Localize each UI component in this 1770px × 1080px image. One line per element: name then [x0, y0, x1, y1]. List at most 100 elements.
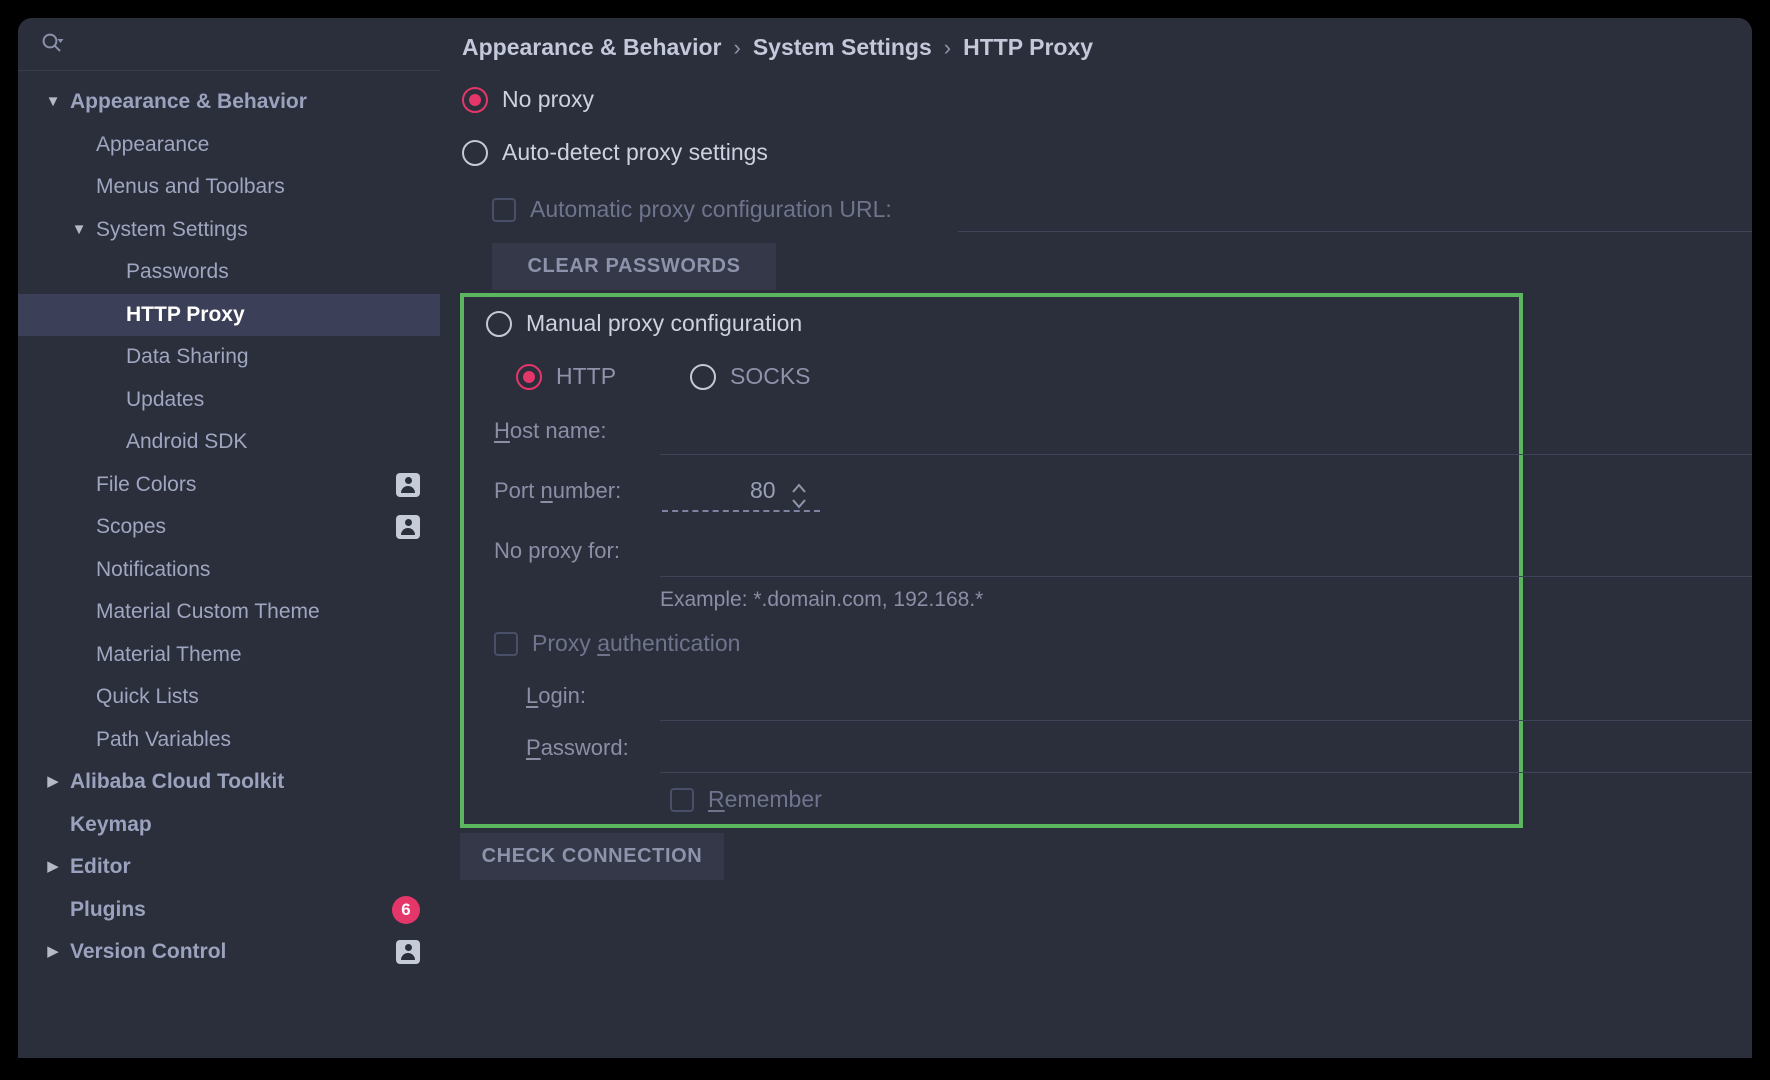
settings-main-panel: Appearance & Behavior › System Settings …: [440, 18, 1752, 1058]
login-label: Login:: [526, 683, 586, 709]
radio-protocol-socks-label: SOCKS: [730, 363, 811, 389]
radio-no-proxy[interactable]: No proxy: [462, 86, 594, 113]
status-badge: 6: [392, 895, 420, 924]
no-proxy-for-input[interactable]: [660, 575, 1752, 577]
password-label-rest: assword:: [540, 735, 629, 760]
sidebar-item-appearance-behavior[interactable]: ▼ Appearance & Behavior: [18, 81, 440, 124]
proxy-auth-label-pre: Proxy: [532, 630, 598, 656]
chevron-down-icon[interactable]: ▼: [44, 93, 62, 111]
sidebar-item-notifications[interactable]: Notifications: [18, 549, 440, 592]
radio-protocol-http[interactable]: HTTP: [516, 363, 616, 390]
radio-protocol-http-label: HTTP: [556, 363, 617, 389]
login-input[interactable]: [660, 719, 1752, 721]
password-label: Password:: [526, 735, 629, 761]
remember-label-rest: emember: [724, 786, 822, 812]
sidebar-item-affix: 6: [392, 895, 420, 924]
sidebar-item-quick-lists[interactable]: Quick Lists: [18, 676, 440, 719]
port-number-stepper[interactable]: [790, 480, 808, 510]
sidebar-item-path-variables[interactable]: Path Variables: [18, 719, 440, 762]
chevron-right-icon[interactable]: ▶: [44, 943, 62, 961]
clear-passwords-label: CLEAR PASSWORDS: [527, 255, 741, 277]
password-input[interactable]: [660, 771, 1752, 773]
sidebar-item-scopes[interactable]: Scopes: [18, 506, 440, 549]
sidebar-item-label: Material Custom Theme: [96, 600, 320, 624]
sidebar-item-material-custom-theme[interactable]: Material Custom Theme: [18, 591, 440, 634]
host-name-label: Host name:: [494, 418, 607, 444]
host-name-label-rest: ost name:: [509, 418, 607, 443]
radio-auto-detect-label: Auto-detect proxy settings: [502, 139, 768, 165]
sidebar-item-alibaba-cloud-toolkit[interactable]: ▶ Alibaba Cloud Toolkit: [18, 761, 440, 804]
sidebar-item-menus-and-toolbars[interactable]: Menus and Toolbars: [18, 166, 440, 209]
port-number-input-underline[interactable]: [662, 510, 820, 512]
checkbox-proxy-authentication-indicator[interactable]: [494, 631, 518, 656]
check-connection-button[interactable]: CHECK CONNECTION: [460, 833, 724, 880]
password-mnemonic: P: [526, 735, 541, 760]
sidebar-item-label: Updates: [126, 387, 205, 411]
radio-no-proxy-indicator[interactable]: [462, 86, 488, 113]
checkbox-automatic-pac-indicator[interactable]: [492, 197, 516, 222]
sidebar-item-label: Menus and Toolbars: [96, 175, 285, 199]
checkbox-automatic-pac[interactable]: Automatic proxy configuration URL:: [492, 196, 892, 223]
sidebar-item-affix: [396, 940, 420, 965]
radio-protocol-http-indicator[interactable]: [516, 363, 542, 390]
search-icon[interactable]: [40, 31, 66, 57]
chevron-down-icon[interactable]: ▼: [70, 221, 88, 239]
sidebar-item-plugins[interactable]: Plugins 6: [18, 889, 440, 932]
sidebar-item-passwords[interactable]: Passwords: [18, 251, 440, 294]
checkbox-remember-indicator[interactable]: [670, 787, 694, 812]
sidebar-item-label: Keymap: [70, 812, 152, 836]
proxy-auth-mnemonic: a: [597, 630, 610, 656]
sidebar-item-version-control[interactable]: ▶ Version Control: [18, 931, 440, 974]
chevron-right-icon[interactable]: ▶: [44, 773, 62, 791]
user-icon: [396, 515, 420, 540]
port-number-label-rest: umber:: [552, 478, 622, 503]
port-number-mnemonic: n: [540, 478, 553, 503]
breadcrumb-part-1[interactable]: System Settings: [753, 34, 932, 61]
sidebar-item-updates[interactable]: Updates: [18, 379, 440, 422]
proxy-auth-label-rest: uthentication: [609, 630, 741, 656]
search-input[interactable]: [66, 32, 440, 56]
sidebar-item-http-proxy[interactable]: HTTP Proxy: [18, 293, 440, 336]
radio-manual-proxy[interactable]: Manual proxy configuration: [486, 310, 802, 337]
radio-auto-detect[interactable]: Auto-detect proxy settings: [462, 139, 768, 166]
sidebar-item-editor[interactable]: ▶ Editor: [18, 846, 440, 889]
checkbox-proxy-authentication-label: Proxy authentication: [532, 630, 740, 657]
host-name-input[interactable]: [660, 453, 1752, 455]
sidebar-item-system-settings[interactable]: ▼ System Settings: [18, 209, 440, 252]
clear-passwords-button[interactable]: CLEAR PASSWORDS: [492, 243, 776, 290]
sidebar-item-label: System Settings: [96, 217, 248, 241]
port-number-label: Port number:: [494, 478, 621, 504]
settings-sidebar: ▼ Appearance & Behavior Appearance Menus an…: [18, 18, 440, 1058]
sidebar-item-appearance[interactable]: Appearance: [18, 124, 440, 167]
radio-protocol-socks-indicator[interactable]: [690, 363, 716, 390]
sidebar-item-data-sharing[interactable]: Data Sharing: [18, 336, 440, 379]
sidebar-item-label: Version Control: [70, 940, 227, 964]
user-icon: [396, 472, 420, 497]
radio-protocol-socks[interactable]: SOCKS: [690, 363, 811, 390]
port-number-value[interactable]: 80: [750, 477, 776, 504]
no-proxy-for-example-hint: Example: *.domain.com, 192.168.*: [660, 588, 984, 611]
sidebar-item-android-sdk[interactable]: Android SDK: [18, 421, 440, 464]
sidebar-search-row[interactable]: [18, 18, 440, 71]
sidebar-item-keymap[interactable]: Keymap: [18, 804, 440, 847]
radio-manual-proxy-label: Manual proxy configuration: [526, 310, 803, 336]
sidebar-item-label: Path Variables: [96, 727, 232, 751]
settings-window: ▼ Appearance & Behavior Appearance Menus an…: [18, 18, 1752, 1058]
breadcrumb-part-0[interactable]: Appearance & Behavior: [462, 34, 721, 61]
sidebar-item-material-theme[interactable]: Material Theme: [18, 634, 440, 677]
checkbox-remember[interactable]: Remember: [670, 786, 822, 813]
sidebar-item-affix: [396, 515, 420, 540]
sidebar-item-label: Quick Lists: [96, 685, 199, 709]
sidebar-item-affix: [396, 472, 420, 497]
settings-tree: ▼ Appearance & Behavior Appearance Menus an…: [18, 71, 440, 974]
checkbox-proxy-authentication[interactable]: Proxy authentication: [494, 630, 740, 657]
sidebar-item-label: Notifications: [96, 557, 211, 581]
sidebar-item-file-colors[interactable]: File Colors: [18, 464, 440, 507]
radio-manual-proxy-indicator[interactable]: [486, 310, 512, 337]
no-proxy-for-label: No proxy for:: [494, 538, 620, 564]
radio-auto-detect-indicator[interactable]: [462, 139, 488, 166]
checkbox-automatic-pac-label: Automatic proxy configuration URL:: [530, 196, 892, 222]
sidebar-item-label: Scopes: [96, 515, 167, 539]
automatic-pac-url-input[interactable]: [958, 230, 1752, 232]
chevron-right-icon[interactable]: ▶: [44, 858, 62, 876]
